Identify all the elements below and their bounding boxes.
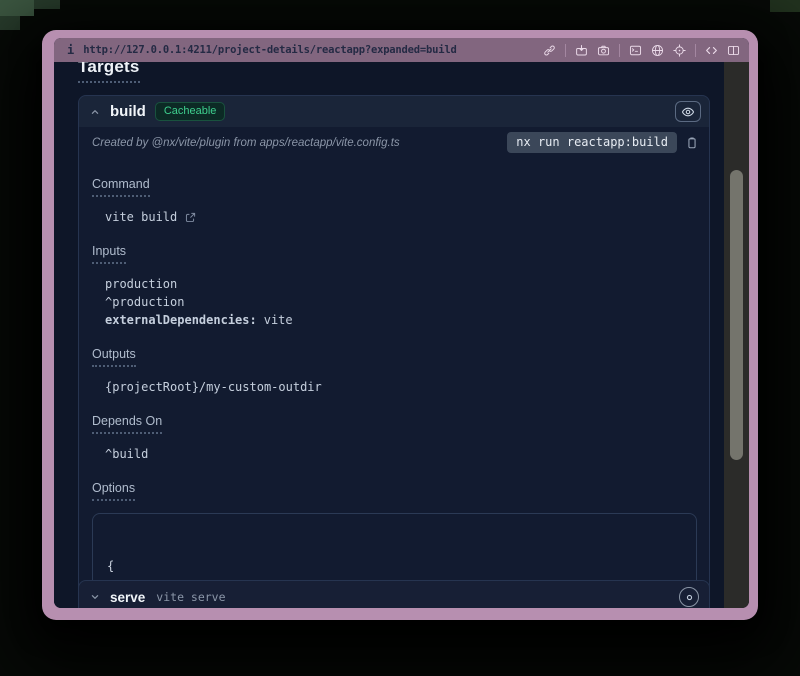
created-by-row: Created by @nx/vite/plugin from apps/rea… bbox=[79, 127, 709, 163]
options-section-label: Options bbox=[92, 481, 697, 501]
targets-heading: Targets bbox=[78, 62, 710, 83]
browser-inner: i http://127.0.0.1:4211/project-details/… bbox=[54, 38, 749, 608]
command-section-label: Command bbox=[92, 177, 697, 197]
eye-icon bbox=[684, 592, 695, 603]
globe-icon[interactable] bbox=[651, 44, 664, 57]
copy-button[interactable] bbox=[685, 136, 699, 150]
input-item: production bbox=[105, 275, 697, 293]
background-decoration bbox=[770, 0, 800, 12]
eye-icon bbox=[681, 105, 695, 119]
background-decoration bbox=[34, 0, 60, 9]
serve-command-text: vite serve bbox=[156, 590, 225, 604]
depends-on-section-label: Depends On bbox=[92, 414, 697, 434]
command-value-link[interactable]: vite build bbox=[105, 208, 697, 226]
background-decoration bbox=[0, 0, 34, 16]
build-target-header[interactable]: build Cacheable bbox=[79, 96, 709, 127]
view-target-button[interactable] bbox=[675, 101, 701, 122]
serve-target-header[interactable]: serve vite serve bbox=[79, 581, 709, 608]
chevron-up-icon[interactable] bbox=[89, 106, 101, 118]
build-target-body: Command vite build Inputs bbox=[79, 163, 709, 608]
browser-viewport: Targets build Cacheable bbox=[54, 62, 749, 608]
background-decoration bbox=[0, 16, 20, 30]
created-by-text: Created by @nx/vite/plugin from apps/rea… bbox=[92, 137, 400, 149]
split-panel-icon[interactable] bbox=[727, 44, 740, 57]
depends-on-item: ^build bbox=[105, 445, 697, 463]
code-line: { bbox=[107, 558, 682, 575]
target-icon[interactable] bbox=[673, 44, 686, 57]
download-icon[interactable] bbox=[575, 44, 588, 57]
camera-icon[interactable] bbox=[597, 44, 610, 57]
scrollbar-thumb[interactable] bbox=[730, 170, 743, 460]
view-target-button[interactable] bbox=[679, 587, 699, 607]
external-dependencies-value: vite bbox=[264, 313, 293, 327]
inputs-section-label: Inputs bbox=[92, 244, 697, 264]
browser-toolbar bbox=[543, 44, 740, 57]
cacheable-badge: Cacheable bbox=[155, 102, 226, 121]
command-value: vite build bbox=[105, 208, 177, 226]
target-name: serve bbox=[110, 590, 145, 605]
browser-topbar: i http://127.0.0.1:4211/project-details/… bbox=[54, 38, 749, 62]
scrollbar-track[interactable] bbox=[724, 62, 749, 608]
outputs-section-label: Outputs bbox=[92, 347, 697, 367]
build-target-card: build Cacheable Created by @nx/vite/plug… bbox=[78, 95, 710, 608]
external-dependencies-item: externalDependencies: vite bbox=[105, 311, 697, 329]
external-dependencies-key: externalDependencies: bbox=[105, 313, 257, 327]
terminal-icon[interactable] bbox=[629, 44, 642, 57]
external-link-icon bbox=[184, 211, 197, 224]
output-item: {projectRoot}/my-custom-outdir bbox=[105, 378, 697, 396]
link-icon[interactable] bbox=[543, 44, 556, 57]
info-icon: i bbox=[67, 44, 74, 56]
toolbar-divider bbox=[695, 44, 696, 57]
serve-target-card: serve vite serve bbox=[78, 580, 710, 608]
page-content: Targets build Cacheable bbox=[54, 62, 724, 608]
copy-icon bbox=[685, 136, 699, 150]
toolbar-divider bbox=[619, 44, 620, 57]
run-command-chip: nx run reactapp:build bbox=[507, 132, 677, 153]
toolbar-divider bbox=[565, 44, 566, 57]
url-text[interactable]: http://127.0.0.1:4211/project-details/re… bbox=[83, 44, 456, 56]
input-item: ^production bbox=[105, 293, 697, 311]
target-name: build bbox=[110, 103, 146, 120]
browser-window-frame: i http://127.0.0.1:4211/project-details/… bbox=[42, 30, 758, 620]
code-icon[interactable] bbox=[705, 44, 718, 57]
chevron-down-icon[interactable] bbox=[89, 591, 101, 603]
